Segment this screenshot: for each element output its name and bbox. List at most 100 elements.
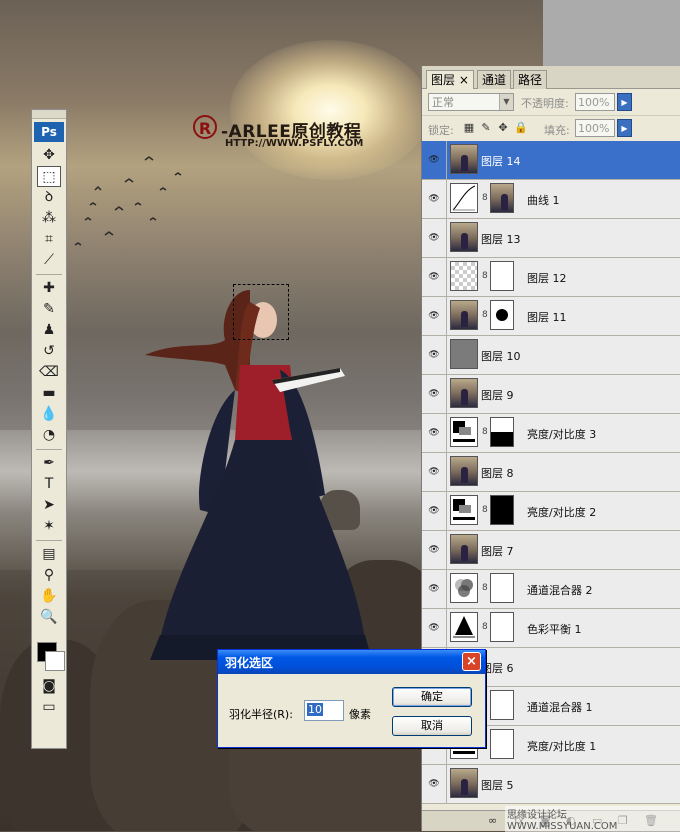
layer-name: 通道混合器 2 (527, 584, 593, 597)
screen-mode-icon[interactable]: ▭ (37, 697, 61, 718)
layer-thumbnail (450, 534, 478, 564)
layer-thumbnail (450, 495, 478, 525)
layer-row[interactable]: 👁 8 亮度/对比度 2 (422, 492, 680, 531)
lock-label: 锁定: (428, 124, 454, 137)
layer-row[interactable]: 👁 8 亮度/对比度 3 (422, 414, 680, 453)
notes-tool-icon[interactable]: ▤ (37, 544, 61, 565)
layer-mask-thumbnail[interactable] (490, 183, 514, 213)
layer-mask-thumbnail[interactable] (490, 300, 514, 330)
close-icon[interactable]: × (459, 73, 469, 87)
history-brush-tool-icon[interactable]: ↺ (37, 341, 61, 362)
link-icon[interactable]: 8 (482, 583, 488, 593)
layer-row[interactable]: 👁 图层 7 (422, 531, 680, 570)
marquee-selection[interactable] (233, 284, 289, 340)
layer-row[interactable]: 👁 8 曲线 1 (422, 180, 680, 219)
layer-row[interactable]: 👁 图层 9 (422, 375, 680, 414)
layer-thumbnail (450, 261, 478, 291)
cancel-button[interactable]: 取消 (392, 716, 472, 736)
eyedropper-tool-icon[interactable]: ⚲ (37, 565, 61, 586)
blend-mode-select[interactable]: 正常 ▼ (428, 93, 514, 111)
lock-all-icon[interactable]: 🔒 (514, 122, 528, 134)
link-icon[interactable]: 8 (482, 310, 488, 320)
layer-row[interactable]: 👁 图层 10 (422, 336, 680, 375)
close-button[interactable]: × (462, 652, 481, 671)
toolbox-grip[interactable] (32, 110, 66, 119)
pen-tool-icon[interactable]: ✒ (37, 453, 61, 474)
link-layers-icon[interactable]: ∞ (488, 814, 497, 827)
marquee-tool-icon[interactable]: ⬚ (37, 166, 61, 187)
clone-stamp-tool-icon[interactable]: ♟ (37, 320, 61, 341)
zoom-tool-icon[interactable]: 🔍 (37, 607, 61, 628)
lock-image-icon[interactable]: ✎ (480, 122, 492, 134)
link-icon[interactable]: 8 (482, 622, 488, 632)
layer-mask-thumbnail[interactable] (490, 261, 514, 291)
fill-field[interactable]: 100% (575, 119, 615, 137)
photoshop-logo[interactable]: Ps (34, 122, 64, 142)
layer-row[interactable]: 👁 图层 8 (422, 453, 680, 492)
layer-row[interactable]: 👁 图层 13 (422, 219, 680, 258)
layer-row[interactable]: 👁 8 图层 11 (422, 297, 680, 336)
dodge-tool-icon[interactable]: ◔ (37, 425, 61, 446)
lasso-tool-icon[interactable]: ꝺ (37, 187, 61, 208)
layer-row[interactable]: 👁 8 图层 12 (422, 258, 680, 297)
healing-brush-tool-icon[interactable]: ✚ (37, 278, 61, 299)
dialog-title: 羽化选区 (225, 656, 274, 670)
type-tool-icon[interactable]: T (37, 474, 61, 495)
eye-icon[interactable]: 👁 (422, 609, 447, 647)
slice-tool-icon[interactable]: ⟋ (37, 250, 61, 271)
link-icon[interactable]: 8 (482, 427, 488, 437)
lock-transparent-icon[interactable]: ▦ (463, 122, 475, 134)
layer-mask-thumbnail[interactable] (490, 417, 514, 447)
layer-thumbnail (450, 183, 478, 213)
feather-radius-input[interactable]: 10 (304, 700, 344, 721)
layer-row[interactable]: 👁 图层 14 (422, 141, 680, 180)
magic-wand-tool-icon[interactable]: ⁂ (37, 208, 61, 229)
quick-mask-icon[interactable]: ◙ (37, 676, 61, 697)
feather-radius-label: 羽化半径(R): (229, 708, 293, 721)
layer-mask-thumbnail[interactable] (490, 729, 514, 759)
fill-label: 填充: (544, 124, 570, 137)
layer-row[interactable]: 👁 8 色彩平衡 1 (422, 609, 680, 648)
eye-icon[interactable]: 👁 (422, 765, 447, 803)
shape-tool-icon[interactable]: ✶ (37, 516, 61, 537)
link-icon[interactable]: 8 (482, 271, 488, 281)
layer-row[interactable]: 👁 图层 5 (422, 765, 680, 804)
eye-icon[interactable]: 👁 (422, 219, 447, 257)
tab-layers[interactable]: 图层 × (426, 70, 474, 89)
eye-icon[interactable]: 👁 (422, 180, 447, 218)
eye-icon[interactable]: 👁 (422, 492, 447, 530)
path-selection-tool-icon[interactable]: ➤ (37, 495, 61, 516)
fill-slider-arrow-icon[interactable]: ▶ (617, 119, 632, 137)
eye-icon[interactable]: 👁 (422, 258, 447, 296)
eye-icon[interactable]: 👁 (422, 531, 447, 569)
crop-tool-icon[interactable]: ⌗ (37, 229, 61, 250)
eye-icon[interactable]: 👁 (422, 141, 447, 179)
layer-mask-thumbnail[interactable] (490, 495, 514, 525)
tab-channels[interactable]: 通道 (477, 70, 512, 89)
eye-icon[interactable]: 👁 (422, 297, 447, 335)
layer-mask-thumbnail[interactable] (490, 612, 514, 642)
layer-mask-thumbnail[interactable] (490, 690, 514, 720)
background-color-swatch[interactable] (45, 651, 65, 671)
link-icon[interactable]: 8 (482, 505, 488, 515)
eraser-tool-icon[interactable]: ⌫ (37, 362, 61, 383)
layer-mask-thumbnail[interactable] (490, 573, 514, 603)
eye-icon[interactable]: 👁 (422, 414, 447, 452)
eye-icon[interactable]: 👁 (422, 336, 447, 374)
lock-position-icon[interactable]: ✥ (497, 122, 509, 134)
brush-tool-icon[interactable]: ✎ (37, 299, 61, 320)
link-icon[interactable]: 8 (482, 193, 488, 203)
gradient-tool-icon[interactable]: ▬ (37, 383, 61, 404)
move-tool-icon[interactable]: ✥ (37, 145, 61, 166)
opacity-slider-arrow-icon[interactable]: ▶ (617, 93, 632, 111)
layer-row[interactable]: 👁 8 通道混合器 2 (422, 570, 680, 609)
eye-icon[interactable]: 👁 (422, 375, 447, 413)
blur-tool-icon[interactable]: 💧 (37, 404, 61, 425)
dialog-titlebar[interactable]: 羽化选区 × (218, 650, 485, 674)
eye-icon[interactable]: 👁 (422, 570, 447, 608)
opacity-field[interactable]: 100% (575, 93, 615, 111)
hand-tool-icon[interactable]: ✋ (37, 586, 61, 607)
ok-button[interactable]: 确定 (392, 687, 472, 707)
eye-icon[interactable]: 👁 (422, 453, 447, 491)
tab-paths[interactable]: 路径 (513, 70, 548, 89)
